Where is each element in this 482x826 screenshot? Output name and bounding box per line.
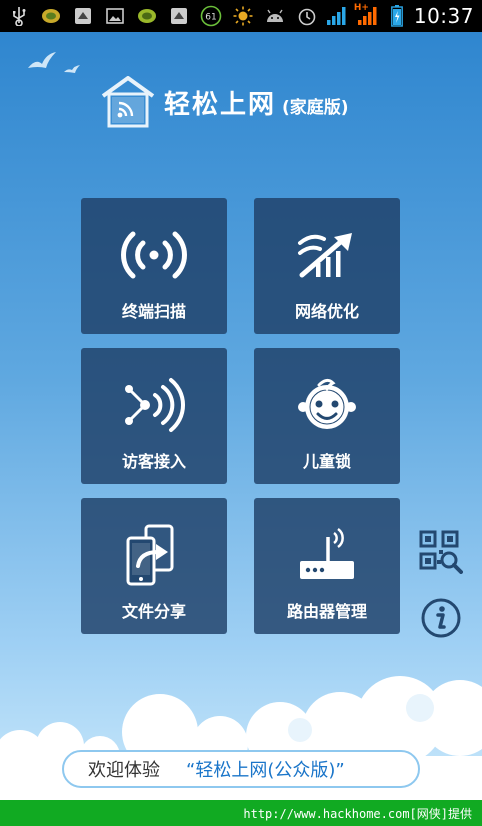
child-lock-icon <box>290 372 364 438</box>
network-optimize-icon <box>290 222 364 288</box>
signal-hplus-icon: H+ <box>353 3 380 27</box>
svg-text:61: 61 <box>205 13 216 23</box>
status-bar: 61 H+ 10:37 <box>0 0 482 32</box>
wireless-scan-icon <box>117 222 191 288</box>
image-icon <box>104 5 126 27</box>
qr-scan-button[interactable] <box>419 530 463 574</box>
tile-label: 访客接入 <box>121 452 186 471</box>
router-manage-icon <box>290 522 364 588</box>
home-wifi-logo-icon <box>101 76 155 128</box>
sd-icon <box>168 5 190 27</box>
info-button[interactable] <box>419 596 463 640</box>
birds-decoration <box>28 52 80 73</box>
status-time: 10:37 <box>413 4 474 28</box>
sd-icon <box>72 5 94 27</box>
file-share-icon <box>117 522 191 588</box>
app-icon <box>136 5 158 27</box>
signal-icon <box>326 5 348 27</box>
app-header: 轻松上网 (家庭版) <box>100 76 349 128</box>
welcome-app-name: “轻松上网(公众版)” <box>186 760 345 781</box>
brightness-icon <box>232 5 254 27</box>
tile-file-share[interactable]: 文件分享 <box>81 498 227 634</box>
badge-61-icon: 61 <box>200 5 222 27</box>
welcome-banner[interactable]: 欢迎体验 “轻松上网(公众版)” <box>62 750 420 788</box>
tile-terminal-scan[interactable]: 终端扫描 <box>81 198 227 334</box>
tile-label: 路由器管理 <box>286 602 367 621</box>
usb-icon <box>8 5 30 27</box>
tile-router-manage[interactable]: 路由器管理 <box>254 498 400 634</box>
tile-guest-access[interactable]: 访客接入 <box>81 348 227 484</box>
battery-icon <box>386 5 408 27</box>
tile-label: 终端扫描 <box>121 302 186 321</box>
tile-child-lock[interactable]: 儿童锁 <box>254 348 400 484</box>
home-screen: 轻松上网 (家庭版) 终端扫描 网络优化 访客接入 儿童锁 文件分享 路由器管理… <box>0 32 482 800</box>
app-title: 轻松上网 <box>164 89 277 120</box>
android-icon <box>264 5 286 27</box>
tile-label: 儿童锁 <box>302 452 351 471</box>
welcome-text: 欢迎体验 <box>88 760 160 781</box>
tile-network-optimize[interactable]: 网络优化 <box>254 198 400 334</box>
tile-label: 文件分享 <box>121 602 186 621</box>
footer-watermark: http://www.hackhome.com[网侠]提供 <box>0 800 482 826</box>
info-icon <box>421 598 461 638</box>
tile-label: 网络优化 <box>294 302 359 321</box>
alarm-icon <box>296 5 318 27</box>
footer-text: http://www.hackhome.com[网侠]提供 <box>243 806 472 821</box>
app-icon <box>40 5 62 27</box>
app-edition: (家庭版) <box>282 97 349 118</box>
qr-scan-icon <box>419 530 463 574</box>
guest-access-icon <box>117 372 191 438</box>
network-type-label: H+ <box>353 3 369 13</box>
